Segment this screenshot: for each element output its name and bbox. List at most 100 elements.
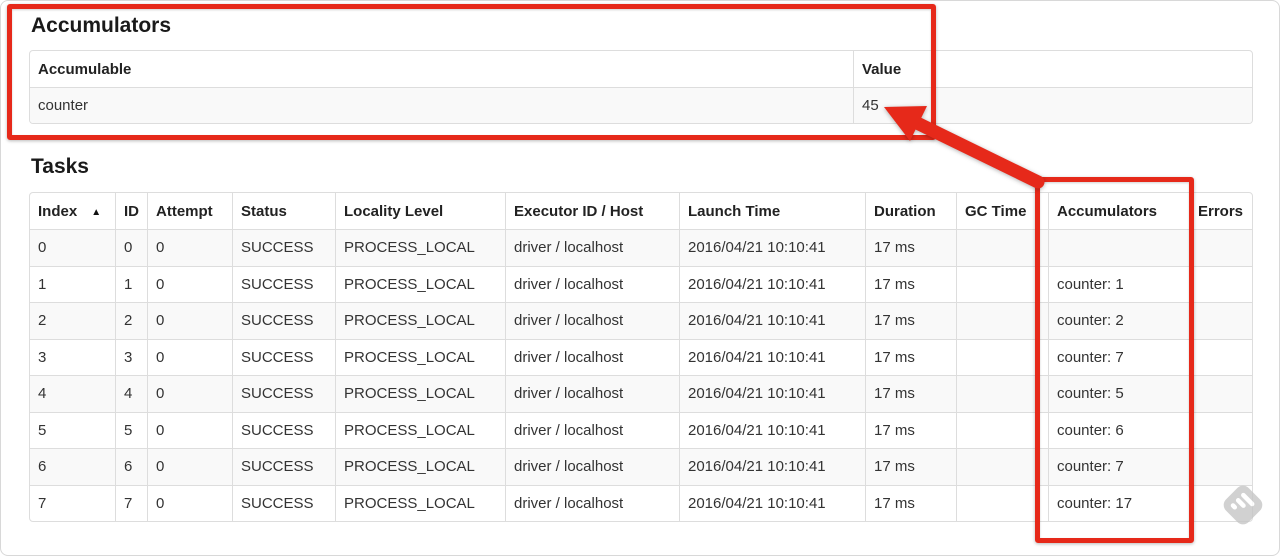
table-cell: SUCCESS (232, 411, 335, 448)
table-header-row: Index ▲ ID Attempt Status Locality Level … (30, 193, 1252, 229)
table-cell: SUCCESS (232, 448, 335, 485)
table-cell: 0 (147, 411, 232, 448)
tasks-table: Index ▲ ID Attempt Status Locality Level … (29, 192, 1253, 522)
table-cell: PROCESS_LOCAL (335, 484, 505, 521)
table-cell: 4 (30, 375, 115, 412)
table-row: 2 2 0 SUCCESS PROCESS_LOCAL driver / localhos… (30, 302, 1252, 339)
table-cell: SUCCESS (232, 265, 335, 302)
table-cell: SUCCESS (232, 302, 335, 339)
table-cell (1189, 411, 1252, 448)
column-header-index[interactable]: Index ▲ (30, 193, 115, 229)
table-cell: PROCESS_LOCAL (335, 338, 505, 375)
table-cell: 0 (30, 229, 115, 266)
table-cell: 17 ms (865, 411, 956, 448)
table-cell: SUCCESS (232, 338, 335, 375)
table-cell: PROCESS_LOCAL (335, 229, 505, 266)
column-header-duration[interactable]: Duration (865, 193, 956, 229)
table-cell: 2016/04/21 10:10:41 (679, 302, 865, 339)
table-row: 0 0 0 SUCCESS PROCESS_LOCAL driver / localhos… (30, 229, 1252, 266)
column-header-status[interactable]: Status (232, 193, 335, 229)
column-header-errors[interactable]: Errors (1189, 193, 1252, 229)
table-cell: 7 (115, 484, 147, 521)
table-cell: 2016/04/21 10:10:41 (679, 411, 865, 448)
table-cell: counter: 2 (1048, 302, 1189, 339)
table-cell: 2 (115, 302, 147, 339)
table-cell: 4 (115, 375, 147, 412)
table-cell: 0 (147, 448, 232, 485)
table-cell (956, 484, 1048, 521)
table-cell: 2016/04/21 10:10:41 (679, 338, 865, 375)
table-cell: 0 (147, 229, 232, 266)
table-row: counter 45 (30, 87, 1252, 123)
table-cell: 6 (30, 448, 115, 485)
table-cell: PROCESS_LOCAL (335, 302, 505, 339)
table-cell: 2016/04/21 10:10:41 (679, 375, 865, 412)
table-cell: 1 (30, 265, 115, 303)
table-cell: 2016/04/21 10:10:41 (679, 448, 865, 485)
table-cell: PROCESS_LOCAL (335, 265, 505, 302)
column-header-accumulators[interactable]: Accumulators (1048, 193, 1189, 229)
table-row: 4 4 0 SUCCESS PROCESS_LOCAL driver / localhos… (30, 375, 1252, 412)
table-cell: counter: 6 (1048, 411, 1189, 448)
table-cell: 0 (147, 265, 232, 302)
table-cell: 0 (147, 338, 232, 375)
table-cell: PROCESS_LOCAL (335, 375, 505, 412)
table-cell: driver / localhost (505, 375, 679, 412)
table-cell: counter: 7 (1048, 448, 1189, 485)
table-cell: 3 (115, 338, 147, 375)
column-header-index-label: Index (38, 202, 78, 220)
table-cell: 3 (30, 338, 115, 376)
table-cell: driver / localhost (505, 338, 679, 375)
table-cell: driver / localhost (505, 302, 679, 339)
table-cell: 2016/04/21 10:10:41 (679, 229, 865, 266)
table-header-row: Accumulable Value (30, 51, 1252, 87)
table-cell (1189, 265, 1252, 302)
table-cell: 17 ms (865, 375, 956, 412)
table-cell (956, 448, 1048, 485)
table-row: 7 7 0 SUCCESS PROCESS_LOCAL driver / localhos… (30, 484, 1252, 521)
table-cell (956, 265, 1048, 302)
table-cell: PROCESS_LOCAL (335, 448, 505, 485)
table-cell: 5 (30, 411, 115, 449)
table-cell: 0 (147, 302, 232, 339)
column-header-attempt[interactable]: Attempt (147, 193, 232, 229)
table-cell (1189, 338, 1252, 375)
table-cell: 17 ms (865, 448, 956, 485)
column-header-launch-time[interactable]: Launch Time (679, 193, 865, 229)
table-cell: 17 ms (865, 302, 956, 339)
column-header-executor-id-host[interactable]: Executor ID / Host (505, 193, 679, 229)
column-header-locality-level[interactable]: Locality Level (335, 193, 505, 229)
table-cell: 0 (147, 484, 232, 521)
table-cell: SUCCESS (232, 484, 335, 521)
column-header-accumulable: Accumulable (38, 60, 132, 78)
table-cell: counter: 17 (1048, 484, 1189, 521)
table-cell: 6 (115, 448, 147, 485)
table-cell (956, 229, 1048, 266)
table-cell (956, 411, 1048, 448)
table-cell: 17 ms (865, 338, 956, 375)
tasks-section-title: Tasks (31, 155, 89, 178)
table-cell: 17 ms (865, 484, 956, 521)
accumulators-section-title: Accumulators (31, 14, 172, 37)
table-cell: 2016/04/21 10:10:41 (679, 484, 865, 521)
table-cell: 2016/04/21 10:10:41 (679, 265, 865, 302)
table-cell (956, 375, 1048, 412)
table-cell: 17 ms (865, 265, 956, 302)
sort-asc-icon: ▲ (91, 206, 102, 218)
table-cell: 0 (147, 375, 232, 412)
accumulators-table: Accumulable Value counter 45 (29, 50, 1253, 124)
table-cell: 5 (115, 411, 147, 448)
table-cell (1189, 302, 1252, 339)
table-cell: counter: 1 (1048, 265, 1189, 302)
table-cell (1189, 484, 1252, 521)
table-cell: driver / localhost (505, 411, 679, 448)
table-cell: 2 (30, 302, 115, 339)
table-cell (1048, 229, 1189, 266)
table-cell (1189, 448, 1252, 485)
column-header-id[interactable]: ID (115, 193, 147, 229)
column-header-value: Value (853, 51, 1252, 87)
table-cell: counter: 5 (1048, 375, 1189, 412)
table-cell: driver / localhost (505, 484, 679, 521)
column-header-gc-time[interactable]: GC Time (956, 193, 1048, 229)
table-cell: PROCESS_LOCAL (335, 411, 505, 448)
